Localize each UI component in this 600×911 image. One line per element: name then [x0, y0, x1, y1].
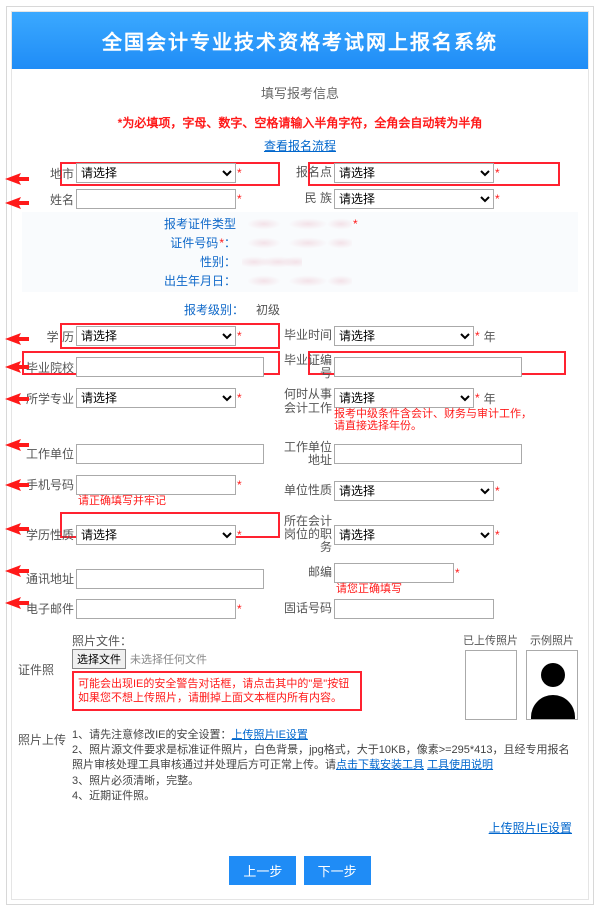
tel-label: 固话号码: [274, 602, 334, 615]
addr-label: 通讯地址: [22, 570, 76, 587]
name-input[interactable]: [76, 189, 236, 209]
gradcert-input[interactable]: [334, 357, 522, 377]
gradcert-label: 毕业证编号: [274, 354, 334, 380]
major-label: 所学专业: [22, 390, 76, 407]
workwhen-label: 何时从事会计工作: [274, 388, 334, 414]
unitnature-select[interactable]: 请选择: [334, 481, 494, 501]
cert-no-blur: [242, 235, 352, 251]
edu-label: 学 历: [22, 328, 76, 345]
gradtime-label: 毕业时间: [274, 329, 334, 342]
gradtime-select[interactable]: 请选择: [334, 326, 474, 346]
workaddr-input[interactable]: [334, 444, 522, 464]
birth-label: 出生年月日：: [22, 272, 242, 289]
ie-settings-link-2[interactable]: 上传照片IE设置: [489, 821, 572, 835]
city-select[interactable]: 请选择: [76, 163, 236, 183]
zip-label: 邮编: [274, 566, 334, 579]
file-status: 未选择任何文件: [130, 651, 207, 667]
workwhen-select[interactable]: 请选择: [334, 388, 474, 408]
page-title: 全国会计专业技术资格考试网上报名系统: [12, 26, 588, 55]
gender-label: 性别：: [22, 253, 242, 270]
name-label: 姓名: [22, 191, 76, 208]
workunit-label: 工作单位: [22, 445, 76, 462]
city-label: 地市: [22, 165, 76, 182]
workaddr-label: 工作单位地址: [274, 441, 334, 467]
point-select[interactable]: 请选择: [334, 163, 494, 183]
page-header: 全国会计专业技术资格考试网上报名系统: [12, 12, 588, 69]
photo-instructions: 证件照 照片上传 1、请先注意修改IE的安全设置：上传照片IE设置 2、照片源文…: [12, 726, 588, 811]
birth-blur: [242, 273, 352, 289]
tool-manual-link[interactable]: 工具使用说明: [427, 759, 493, 771]
cert-type-blur: [242, 216, 352, 232]
email-input[interactable]: [76, 599, 236, 619]
section-title: 填写报考信息: [12, 69, 588, 110]
gender-blur: [242, 254, 302, 270]
cert-type-label: 报考证件类型: [22, 215, 242, 232]
tel-input[interactable]: [334, 599, 494, 619]
unitnature-label: 单位性质: [274, 484, 334, 497]
photo-file-label: 照片文件：: [72, 632, 362, 649]
nation-label: 民 族: [274, 192, 334, 205]
addr-input[interactable]: [76, 569, 264, 589]
uploaded-photo-title: 已上传照片: [463, 632, 518, 650]
photo-upload-label: 照片上传: [18, 732, 66, 749]
next-button[interactable]: 下一步: [304, 856, 371, 885]
cert-no-label: 证件号码*：: [22, 234, 242, 251]
zip-input[interactable]: [334, 563, 454, 583]
required-note: *为必填项，字母、数字、空格请输入半角字符，全角会自动转为半角: [12, 110, 588, 135]
edunature-label: 学历性质: [22, 526, 76, 543]
photo-warning-box: 可能会出现IE的安全警告对话框，请点击其中的"是"按钮 如果您不想上传照片，请删…: [72, 671, 362, 712]
acctpost-select[interactable]: 请选择: [334, 525, 494, 545]
view-flow-link[interactable]: 查看报名流程: [264, 139, 336, 153]
point-label: 报名点: [274, 166, 334, 179]
sample-photo-avatar: [526, 650, 578, 720]
phone-hint: 请正确填写并牢记: [22, 495, 166, 507]
email-label: 电子邮件: [22, 600, 76, 617]
download-tool-link[interactable]: 点击下载安装工具: [336, 759, 424, 771]
major-select[interactable]: 请选择: [76, 388, 236, 408]
sample-photo-title: 示例照片: [530, 632, 574, 650]
phone-label: 手机号码: [22, 476, 76, 493]
level-label: 报考级别：: [22, 301, 250, 318]
prev-button[interactable]: 上一步: [229, 856, 296, 885]
edunature-select[interactable]: 请选择: [76, 525, 236, 545]
nation-select[interactable]: 请选择: [334, 189, 494, 209]
edu-select[interactable]: 请选择: [76, 326, 236, 346]
choose-file-button[interactable]: 选择文件: [72, 649, 126, 669]
workwhen-hint: 报考中级条件含会计、财务与审计工作，请直接选择年份。: [334, 408, 534, 432]
cert-photo-label: 证件照: [18, 662, 66, 679]
zip-hint: 请您正确填写: [274, 583, 556, 595]
gradschool-input[interactable]: [76, 357, 264, 377]
uploaded-photo-frame: [465, 650, 517, 720]
gradschool-label: 毕业院校: [22, 359, 76, 376]
level-value: 初级: [250, 301, 280, 318]
acctpost-label: 所在会计岗位的职务: [274, 515, 334, 555]
phone-input[interactable]: [76, 475, 236, 495]
workunit-input[interactable]: [76, 444, 264, 464]
ie-settings-link-1[interactable]: 上传照片IE设置: [232, 729, 308, 741]
